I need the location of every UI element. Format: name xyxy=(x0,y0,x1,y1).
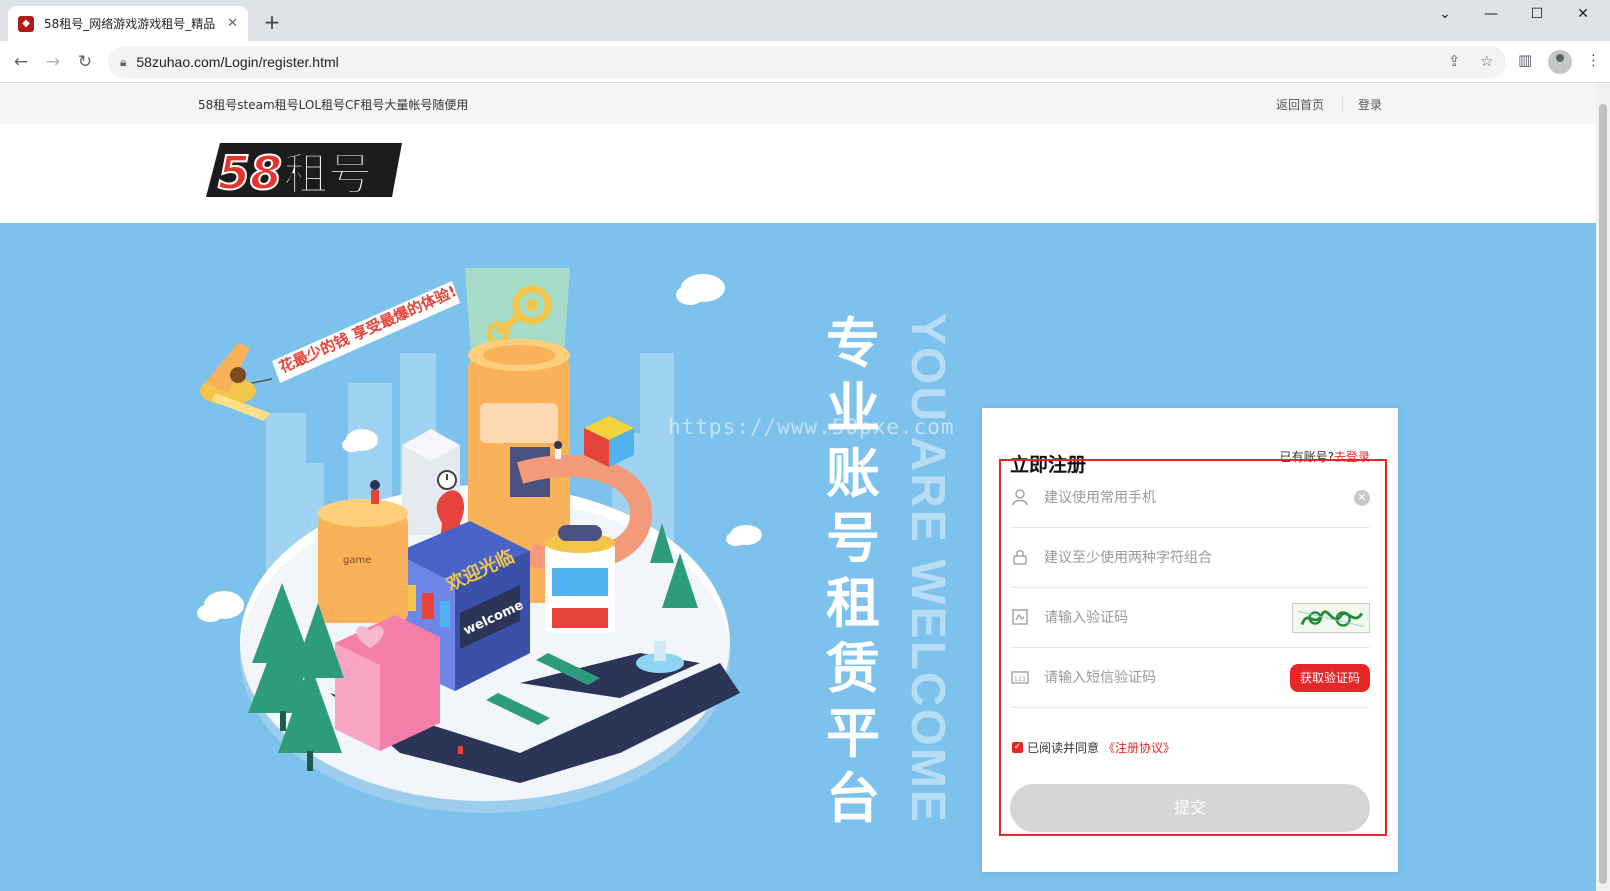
profile-avatar[interactable] xyxy=(1548,50,1572,74)
sms-code-icon: 123 xyxy=(1010,668,1030,688)
tab-title: 58租号_网络游戏游戏租号_精品账号 xyxy=(44,17,216,31)
captcha-icon xyxy=(1010,608,1030,628)
cloud-icon xyxy=(197,591,244,622)
watermark-text: https://www.50pxe.com xyxy=(668,415,955,439)
close-window-button[interactable]: ✕ xyxy=(1560,0,1606,30)
browser-toolbar: ← → ↻ 🔒︎ 58zuhao.com/Login/register.html… xyxy=(0,41,1610,83)
page-scrollbar[interactable] xyxy=(1596,84,1610,891)
gamepad-icon xyxy=(558,525,602,541)
phone-field: ✕ xyxy=(1010,468,1370,528)
back-home-link[interactable]: 返回首页 xyxy=(1276,96,1324,113)
agree-label: 已阅读并同意 xyxy=(1027,741,1100,755)
cloud-icon xyxy=(676,274,725,305)
bookmark-star-icon[interactable]: ☆ xyxy=(1480,52,1493,70)
password-field xyxy=(1010,528,1370,588)
game-tower-text: game xyxy=(343,555,371,566)
browser-tab[interactable]: ◆ 58租号_网络游戏游戏租号_精品账号 ✕ xyxy=(8,6,248,41)
agree-checkbox[interactable]: ✓ xyxy=(1012,742,1023,753)
submit-button[interactable]: 提交 xyxy=(1010,784,1370,832)
lock-icon xyxy=(1010,548,1030,568)
url-text[interactable]: 58zuhao.com/Login/register.html xyxy=(136,54,338,70)
vertical-slogan: 专业账号租赁平台 xyxy=(826,312,880,830)
isometric-city-illustration: welcome 欢迎光临 game 花最少的钱 享受最爆的体验! xyxy=(197,268,762,813)
cloud-icon xyxy=(726,525,762,546)
password-input[interactable] xyxy=(1044,542,1370,573)
user-icon xyxy=(1010,488,1030,508)
captcha-field xyxy=(1010,588,1370,648)
menu-kebab-icon[interactable]: ⋮ xyxy=(1586,51,1601,69)
web-page: 58租号steam租号LOL租号CF租号大量帐号随便用 返回首页 登录 58 租… xyxy=(0,84,1596,891)
sms-code-input[interactable] xyxy=(1044,662,1290,693)
hero-banner: welcome 欢迎光临 game 花最少的钱 享受最爆的体验! 专业账号租赁平… xyxy=(0,223,1596,891)
site-logo[interactable]: 58 租号 xyxy=(206,139,402,201)
back-icon[interactable]: ← xyxy=(8,49,34,75)
agreement-row: ✓ 已阅读并同意 《注册协议》 xyxy=(1012,739,1175,756)
sms-field: 123 获取验证码 xyxy=(1010,648,1370,708)
topbar-divider xyxy=(1342,97,1343,111)
share-icon[interactable]: ⇪ xyxy=(1448,52,1461,70)
register-card: 立即注册 已有账号?去登录 ✕ xyxy=(982,408,1398,872)
site-topbar: 58租号steam租号LOL租号CF租号大量帐号随便用 返回首页 登录 xyxy=(0,84,1596,124)
clear-input-icon[interactable]: ✕ xyxy=(1354,489,1370,506)
captcha-input[interactable] xyxy=(1044,602,1292,633)
close-tab-icon[interactable]: ✕ xyxy=(227,16,238,31)
browser-tabstrip: ◆ 58租号_网络游戏游戏租号_精品账号 ✕ + ⌄ — ☐ ✕ xyxy=(0,0,1610,41)
scrollbar-thumb[interactable] xyxy=(1599,104,1607,884)
logo-number: 58 xyxy=(218,146,282,200)
site-header: 58 租号 xyxy=(0,124,1596,223)
side-panel-icon[interactable]: ▥ xyxy=(1518,51,1532,69)
favicon-icon: ◆ xyxy=(18,15,34,32)
maximize-button[interactable]: ☐ xyxy=(1514,0,1560,30)
lock-icon[interactable]: 🔒︎ xyxy=(120,55,126,70)
minimize-button[interactable]: — xyxy=(1468,0,1514,30)
vertical-welcome-text: YOU ARE WELCOME xyxy=(901,313,954,824)
reload-icon[interactable]: ↻ xyxy=(72,49,98,75)
address-bar[interactable]: 🔒︎ 58zuhao.com/Login/register.html ⇪ ☆ xyxy=(108,46,1506,78)
agreement-link[interactable]: 《注册协议》 xyxy=(1103,739,1175,756)
captcha-image[interactable] xyxy=(1292,602,1370,633)
svg-text:123: 123 xyxy=(1014,676,1026,683)
new-tab-button[interactable]: + xyxy=(258,8,286,36)
get-sms-code-button[interactable]: 获取验证码 xyxy=(1289,663,1370,692)
tab-search-icon[interactable]: ⌄ xyxy=(1422,0,1468,30)
phone-input[interactable] xyxy=(1044,482,1354,513)
login-link[interactable]: 登录 xyxy=(1358,96,1382,113)
logo-text: 租号 xyxy=(284,149,372,200)
forward-icon[interactable]: → xyxy=(40,49,66,75)
site-slogan: 58租号steam租号LOL租号CF租号大量帐号随便用 xyxy=(198,98,469,112)
